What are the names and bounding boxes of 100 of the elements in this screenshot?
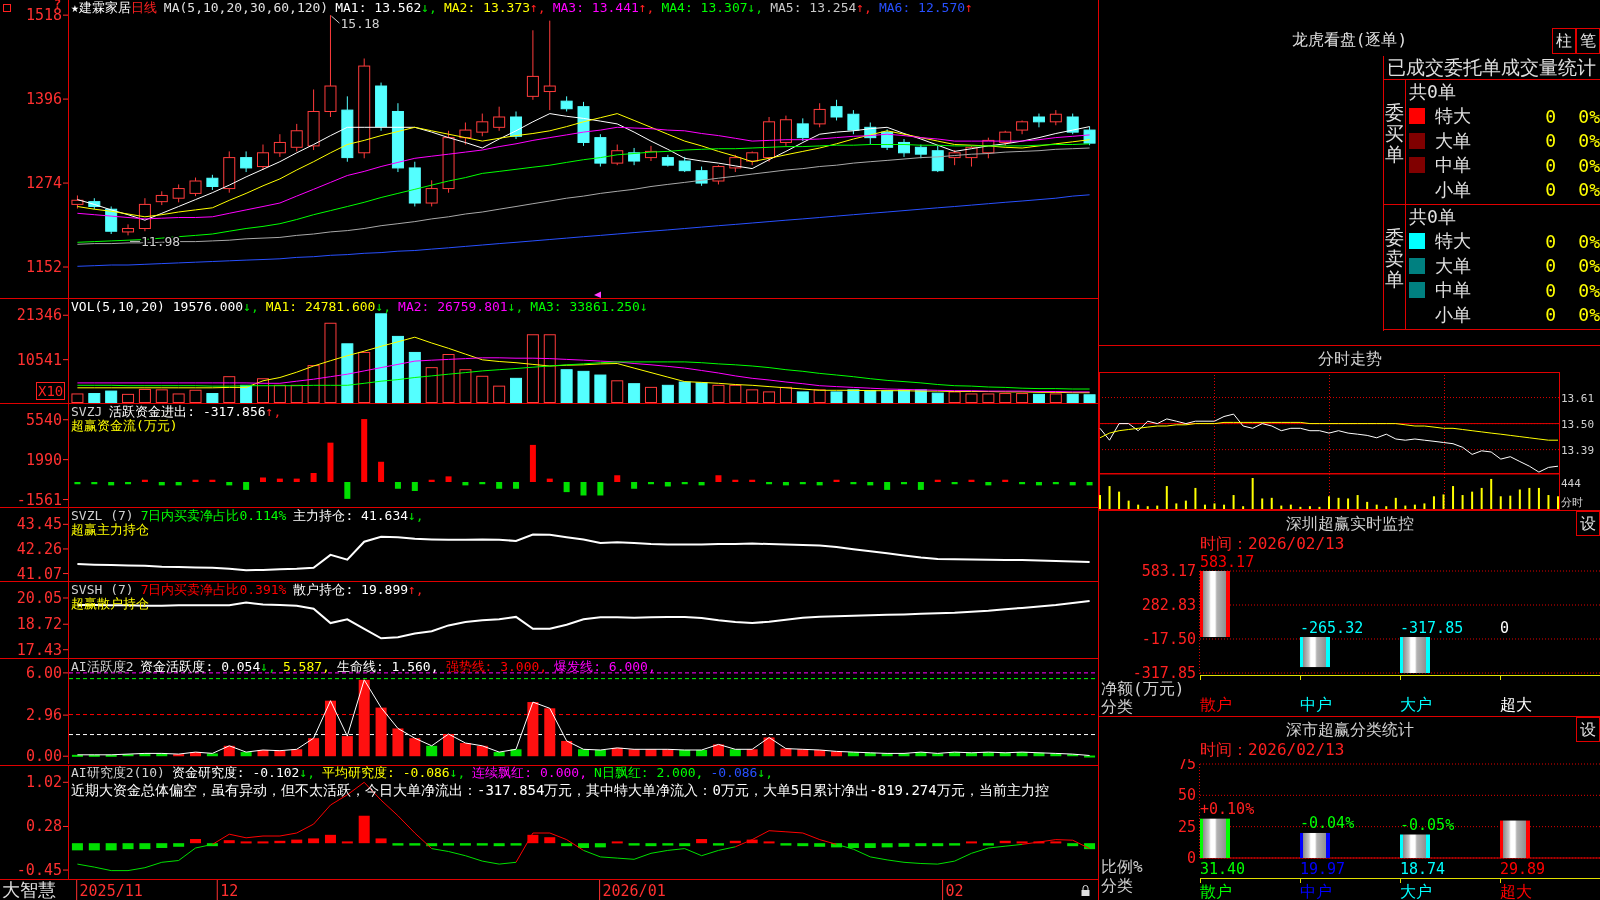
trend-arrow: ↓,: [421, 1, 437, 15]
trend-arrow: ↓,: [260, 660, 276, 674]
research-bar: [1050, 841, 1062, 844]
activity-bar: [190, 752, 201, 757]
axis-tick-label: 1.02: [25, 773, 62, 792]
volume-bar: [712, 384, 725, 403]
candle: [729, 154, 742, 173]
research-bar: [898, 843, 910, 847]
axis-tick-label: 50: [1177, 786, 1196, 805]
activity-bar: [780, 748, 792, 757]
research-bar: [797, 843, 809, 847]
research-bar: [679, 843, 691, 847]
research-bar: [122, 843, 134, 850]
order-count: 0: [1544, 105, 1556, 127]
fund-flow-bar: [175, 482, 182, 486]
fund-flow-bar: [192, 479, 199, 482]
trend-arrow: ↓,: [507, 300, 524, 314]
activity-bar: [459, 743, 471, 757]
volume-bar: [459, 369, 472, 403]
trend-arrow: ↓,: [757, 766, 774, 780]
activity-bar: [88, 754, 100, 757]
volume-bar: [763, 391, 776, 403]
settings-button[interactable]: 设: [1576, 717, 1600, 742]
volume-bar: [813, 389, 826, 403]
legend-text: N日飘红: 2.000,: [594, 766, 704, 780]
research-bar: [426, 843, 438, 847]
activity-bar: [1084, 755, 1096, 758]
volume-bar: [965, 393, 978, 403]
fund-flow-bar: [580, 482, 587, 496]
activity-bar: [999, 752, 1011, 757]
fund-flow-bar: [1019, 482, 1026, 485]
volume-bar: [1016, 393, 1029, 403]
research-bar: [240, 841, 252, 844]
view-toggle-button[interactable]: 笔: [1576, 28, 1600, 54]
fund-flow-bar: [867, 482, 874, 486]
volume-bar: [611, 380, 624, 403]
research-bar: [729, 840, 741, 844]
activity-bar: [274, 750, 286, 757]
timestamp: 时间：2026/02/13: [1199, 741, 1346, 759]
candle: [628, 147, 641, 166]
volume-bar: [948, 391, 961, 403]
fund-flow-bar: [833, 479, 840, 482]
research-bar: [105, 843, 117, 851]
candle: [240, 150, 253, 173]
research-bar: [324, 834, 336, 844]
candle: [645, 145, 657, 162]
candle: [898, 138, 910, 158]
order-count: 0: [1544, 154, 1556, 176]
volume-bar: [425, 367, 438, 403]
order-size-label: 小单: [1435, 302, 1472, 327]
research-bar: [1084, 843, 1096, 850]
research-bar: [999, 840, 1011, 844]
category-label: 散户: [1200, 882, 1232, 900]
fund-flow-bar: [597, 482, 604, 496]
axis-tick-label: 17.43: [16, 640, 62, 658]
fund-flow-bar: [648, 482, 654, 485]
activity-bar: [240, 752, 252, 757]
timestamp: 时间：2026/02/13: [1199, 535, 1346, 553]
bar-value-label: 31.40: [1200, 860, 1246, 878]
legend-text: MA1: 24781.600: [265, 300, 376, 314]
volume-bar: [71, 393, 84, 403]
activity-bar: [561, 740, 573, 757]
legend-text: MA2: 13.373: [443, 1, 531, 15]
order-size-label: 特大: [1435, 104, 1472, 129]
candle: [526, 29, 539, 101]
activity-bar: [847, 752, 859, 757]
research-bar: [578, 843, 589, 848]
axis-tick-label: 0.00: [25, 747, 62, 764]
legend-text: SVZJ: [71, 405, 103, 419]
fund-flow-bar: [681, 482, 688, 485]
trend-arrow: ↓,: [449, 766, 466, 780]
fund-flow-bar: [732, 479, 739, 482]
legend-text: 散户持仓: 19.899: [293, 583, 409, 597]
activity-bar: [409, 738, 421, 757]
volume-bar: [391, 335, 404, 403]
fund-flow-bar: [344, 482, 351, 499]
volume-bar: [257, 378, 269, 403]
axis-title: 净额(万元): [1101, 679, 1185, 698]
fund-flow-bar: [158, 482, 165, 486]
settings-button[interactable]: 设: [1576, 511, 1600, 536]
research-bar: [527, 834, 539, 844]
candle: [476, 113, 489, 137]
volume-bar: [493, 385, 506, 403]
research-bar: [190, 839, 201, 844]
research-bar: [1067, 843, 1079, 847]
candle: [594, 133, 607, 168]
fund-flow-bar: [766, 482, 773, 485]
view-toggle-button[interactable]: 柱: [1552, 28, 1576, 54]
axis-tick-label: 13.61: [1561, 391, 1595, 405]
candle: [408, 161, 421, 207]
axis-tick-label: 2.96: [25, 706, 62, 725]
candle: [273, 133, 286, 158]
axis-tick-label: 0: [1186, 849, 1196, 867]
research-bar: [982, 843, 994, 846]
activity-bar: [628, 749, 640, 757]
candle: [1032, 113, 1045, 128]
fund-flow-bar: [428, 479, 435, 482]
fund-flow-bar: [901, 482, 907, 485]
research-bar: [814, 843, 826, 847]
axis-title: 分时: [1561, 496, 1583, 509]
